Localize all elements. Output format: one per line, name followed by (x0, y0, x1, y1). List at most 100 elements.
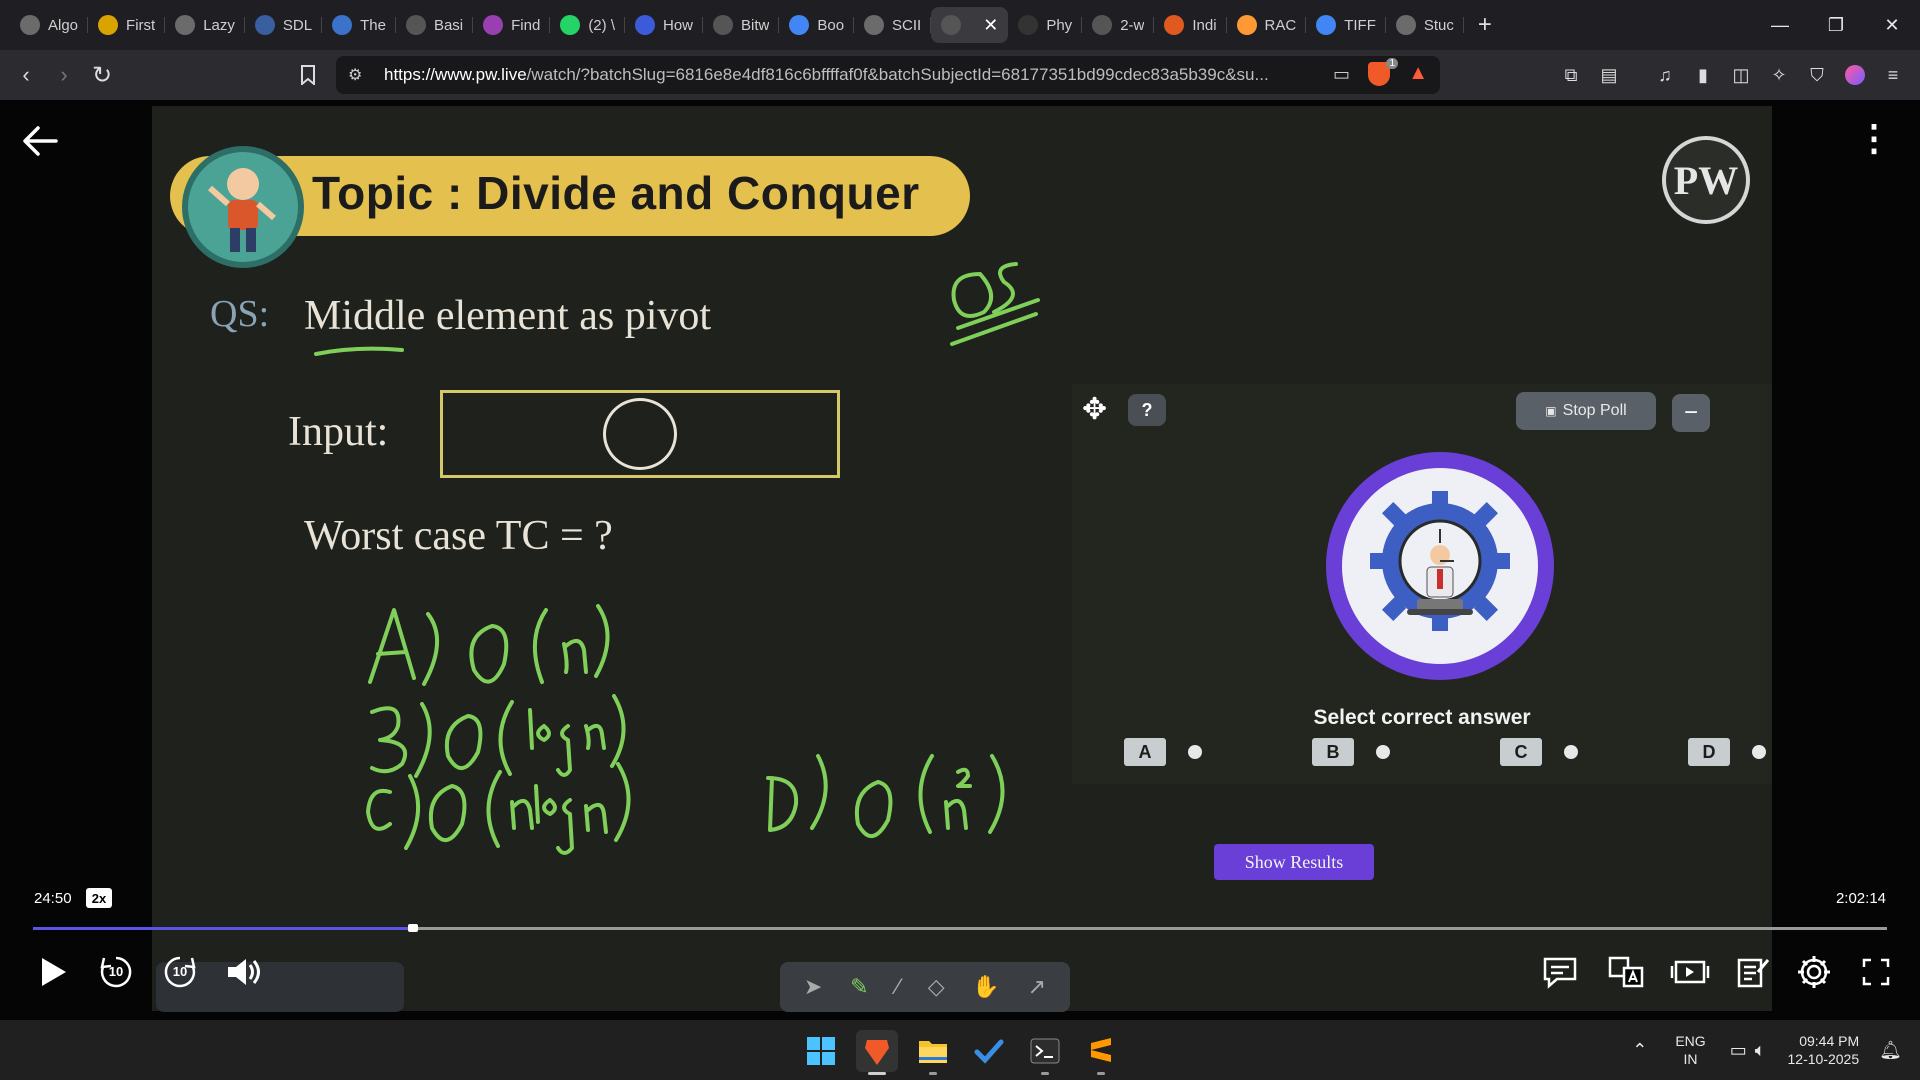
browser-tab[interactable]: Phy (1008, 7, 1083, 43)
reload-icon[interactable]: ↻ (84, 57, 120, 93)
play-icon[interactable] (28, 948, 76, 996)
back-arrow-icon[interactable] (22, 122, 58, 167)
question-text: Middle element as pivot (304, 293, 712, 339)
url-field[interactable]: ⚙ https://www.pw.live/watch/?batchSlug=6… (336, 56, 1440, 94)
forward-10-button[interactable]: 10 (156, 948, 204, 996)
menu-icon[interactable]: ≡ (1874, 62, 1912, 88)
forward-icon[interactable]: › (46, 57, 82, 93)
browser-tab[interactable]: Bitw (703, 7, 780, 43)
option-a-radio[interactable] (1188, 745, 1202, 759)
clock[interactable]: 09:44 PM 12-10-2025 (1788, 1032, 1860, 1068)
option-c-radio[interactable] (1564, 745, 1578, 759)
browser-tab[interactable]: First (88, 7, 166, 43)
tab-label: 2-w (1120, 16, 1145, 34)
chatgpt-icon (20, 15, 40, 35)
language-indicator[interactable]: ENG IN (1675, 1032, 1705, 1068)
lecture-board: Topic : Divide and Conquer PW QS: Middle… (152, 106, 1772, 1011)
todo-icon[interactable] (968, 1030, 1010, 1072)
back-icon[interactable]: ‹ (8, 57, 44, 93)
hidden-icons-chevron-icon[interactable]: ⌃ (1632, 1040, 1647, 1061)
topic-title: Topic : Divide and Conquer (312, 167, 920, 219)
cast-icon[interactable]: ▭ (1333, 64, 1350, 85)
option-d[interactable]: D (1688, 738, 1766, 766)
restore-window-icon[interactable]: ❐ (1808, 0, 1864, 50)
show-results-button[interactable]: Show Results (1214, 844, 1374, 880)
translate-icon[interactable] (1602, 948, 1650, 996)
option-c[interactable]: C (1500, 738, 1578, 766)
hand-tool-icon: ✋ (972, 974, 1000, 999)
close-tab-icon[interactable]: ✕ (983, 15, 998, 36)
new-tab-icon[interactable]: + (1478, 11, 1492, 39)
browser-tab[interactable]: TIFF (1306, 7, 1386, 43)
browser-tab[interactable]: Algo (10, 7, 89, 43)
close-window-icon[interactable]: ✕ (1864, 0, 1920, 50)
sidebar-icon[interactable]: ▮ (1684, 62, 1722, 88)
network-icon[interactable]: ▭ (1730, 1040, 1747, 1061)
wallet-icon[interactable]: ◫ (1722, 62, 1760, 88)
terminal-icon[interactable] (1024, 1030, 1066, 1075)
progress-bar[interactable] (33, 924, 1887, 932)
volume-icon[interactable] (218, 948, 266, 996)
file-explorer-icon[interactable] (912, 1030, 954, 1075)
browser-tab[interactable]: The (322, 7, 396, 43)
rewind-10-button[interactable]: 10 (92, 948, 140, 996)
sdl-icon (254, 15, 275, 35)
bookmark-icon[interactable] (290, 57, 326, 93)
browser-tab[interactable]: Find (473, 7, 551, 43)
browser-tab[interactable]: RAC (1227, 7, 1307, 43)
minimize-poll-button[interactable]: − (1672, 394, 1710, 432)
browser-tab[interactable]: Basi (396, 7, 474, 43)
notes-icon[interactable] (1728, 948, 1776, 996)
browser-tab[interactable]: Lazy (165, 7, 245, 43)
tab-strip: Algo First Lazy SDL The Basi Find (2) \ How Bitw B… (0, 0, 1920, 50)
browser-tab[interactable]: SCII (854, 7, 932, 43)
vpn-icon[interactable]: ⛉ (1798, 62, 1836, 88)
profile-icon[interactable] (1836, 62, 1874, 88)
speaker-icon[interactable]: 🔈︎ (1755, 1040, 1766, 1061)
reader-mode-icon[interactable]: ▤ (1590, 62, 1628, 88)
browser-tab[interactable]: Boo (779, 7, 854, 43)
google-icon (1316, 15, 1337, 35)
notification-bell-icon[interactable]: 🔔︎ (1879, 1040, 1902, 1061)
globe-icon (864, 15, 885, 35)
browser-tab[interactable]: ✕ (931, 7, 1009, 43)
browser-tab[interactable]: SDL (245, 7, 323, 43)
pen-tool-icon: ✎ (850, 974, 869, 999)
brave-browser-icon[interactable] (856, 1030, 898, 1075)
media-icon[interactable]: ♫ (1646, 62, 1684, 88)
playback-speed-badge[interactable]: 2x (86, 888, 112, 908)
progress-fill (33, 927, 411, 930)
globe-icon (1395, 15, 1416, 35)
progress-knob[interactable] (408, 924, 419, 932)
tab-label: The (360, 16, 386, 34)
stop-icon: ▣ (1545, 404, 1557, 418)
fullscreen-icon[interactable] (1852, 948, 1900, 996)
video-player[interactable]: Topic : Divide and Conquer PW QS: Middle… (0, 100, 1920, 1020)
leo-ai-icon[interactable]: ✧ (1760, 62, 1798, 88)
more-options-icon[interactable]: ⋮ (1856, 120, 1892, 156)
minimize-window-icon[interactable]: — (1752, 0, 1808, 50)
tab-label: Find (511, 16, 541, 34)
system-tray: ⌃ ENG IN ▭ 🔈︎ 09:44 PM 12-10-2025 🔔︎ (1632, 1020, 1920, 1080)
option-b[interactable]: B (1312, 738, 1390, 766)
option-a[interactable]: A (1124, 738, 1202, 766)
settings-gear-icon[interactable] (1790, 948, 1838, 996)
picture-in-picture-icon[interactable] (1666, 948, 1714, 996)
option-b-radio[interactable] (1376, 745, 1390, 759)
rewards-icon[interactable]: ▲ (1408, 62, 1428, 85)
stop-poll-button[interactable]: ▣ Stop Poll (1516, 392, 1656, 430)
browser-tab[interactable]: (2) \ (550, 7, 625, 43)
browser-tab[interactable]: Indi (1154, 7, 1227, 43)
move-icon[interactable]: ✥ (1082, 392, 1107, 427)
help-button[interactable]: ? (1128, 394, 1166, 426)
browser-tab[interactable]: Stuc (1386, 7, 1464, 43)
chat-icon[interactable] (1536, 948, 1584, 996)
sublime-text-icon[interactable] (1080, 1030, 1122, 1075)
extensions-icon[interactable]: ⧉ (1552, 62, 1590, 88)
site-settings-icon[interactable]: ⚙ (348, 65, 362, 85)
browser-tab[interactable]: How (625, 7, 704, 43)
browser-tab[interactable]: 2-w (1082, 7, 1155, 43)
tab-label: TIFF (1344, 16, 1376, 34)
option-d-radio[interactable] (1752, 745, 1766, 759)
windows-start-icon[interactable] (800, 1030, 842, 1072)
